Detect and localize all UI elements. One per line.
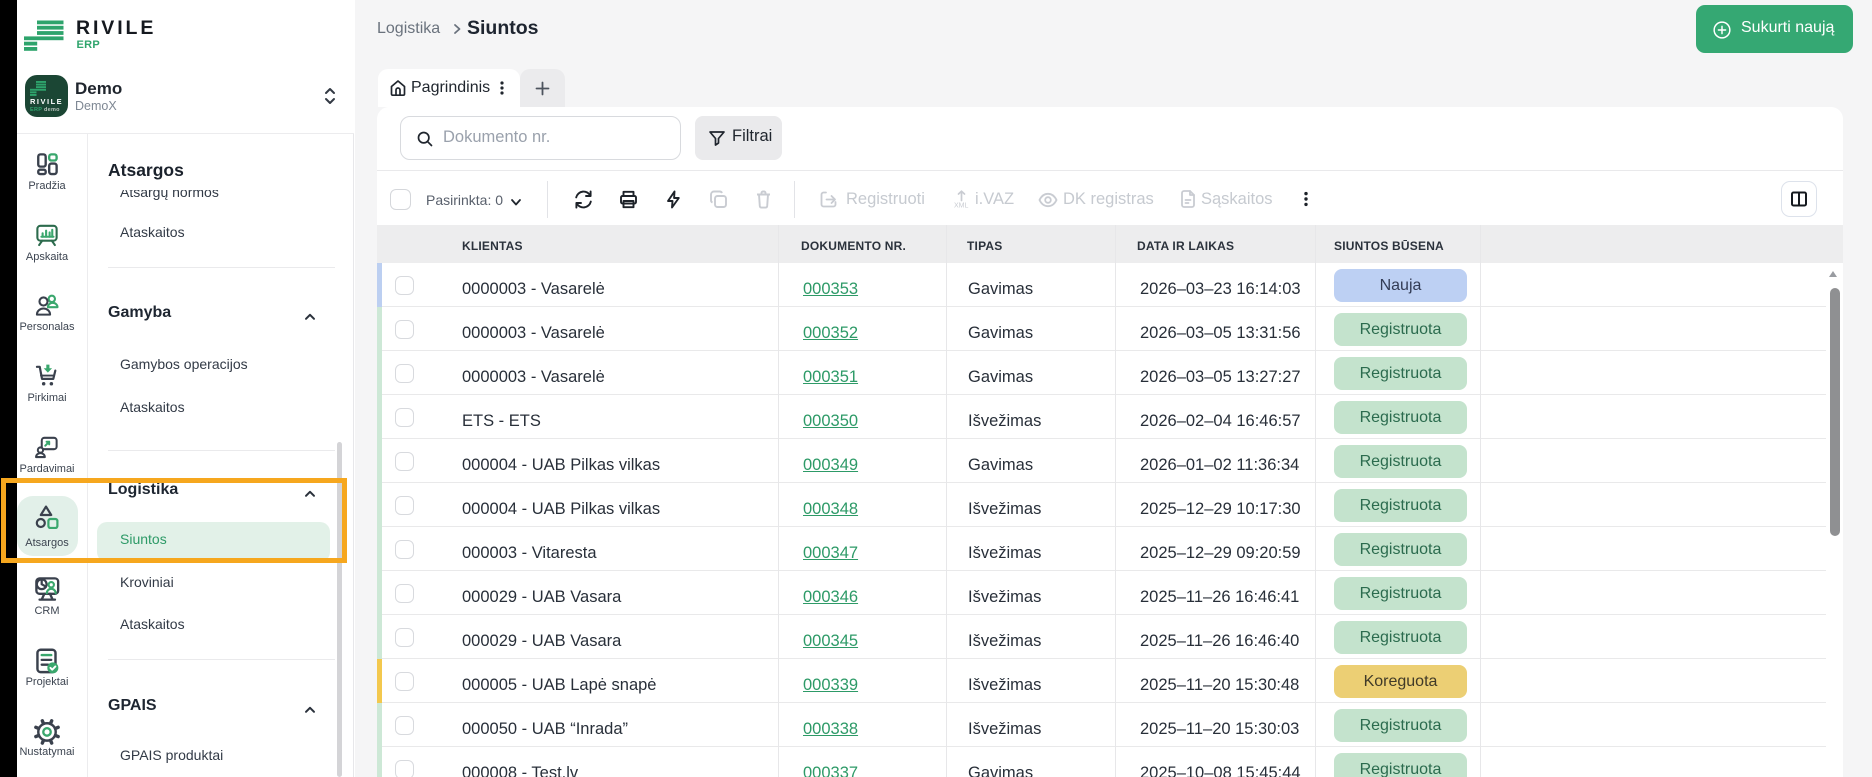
- svg-text:XML: XML: [954, 203, 969, 210]
